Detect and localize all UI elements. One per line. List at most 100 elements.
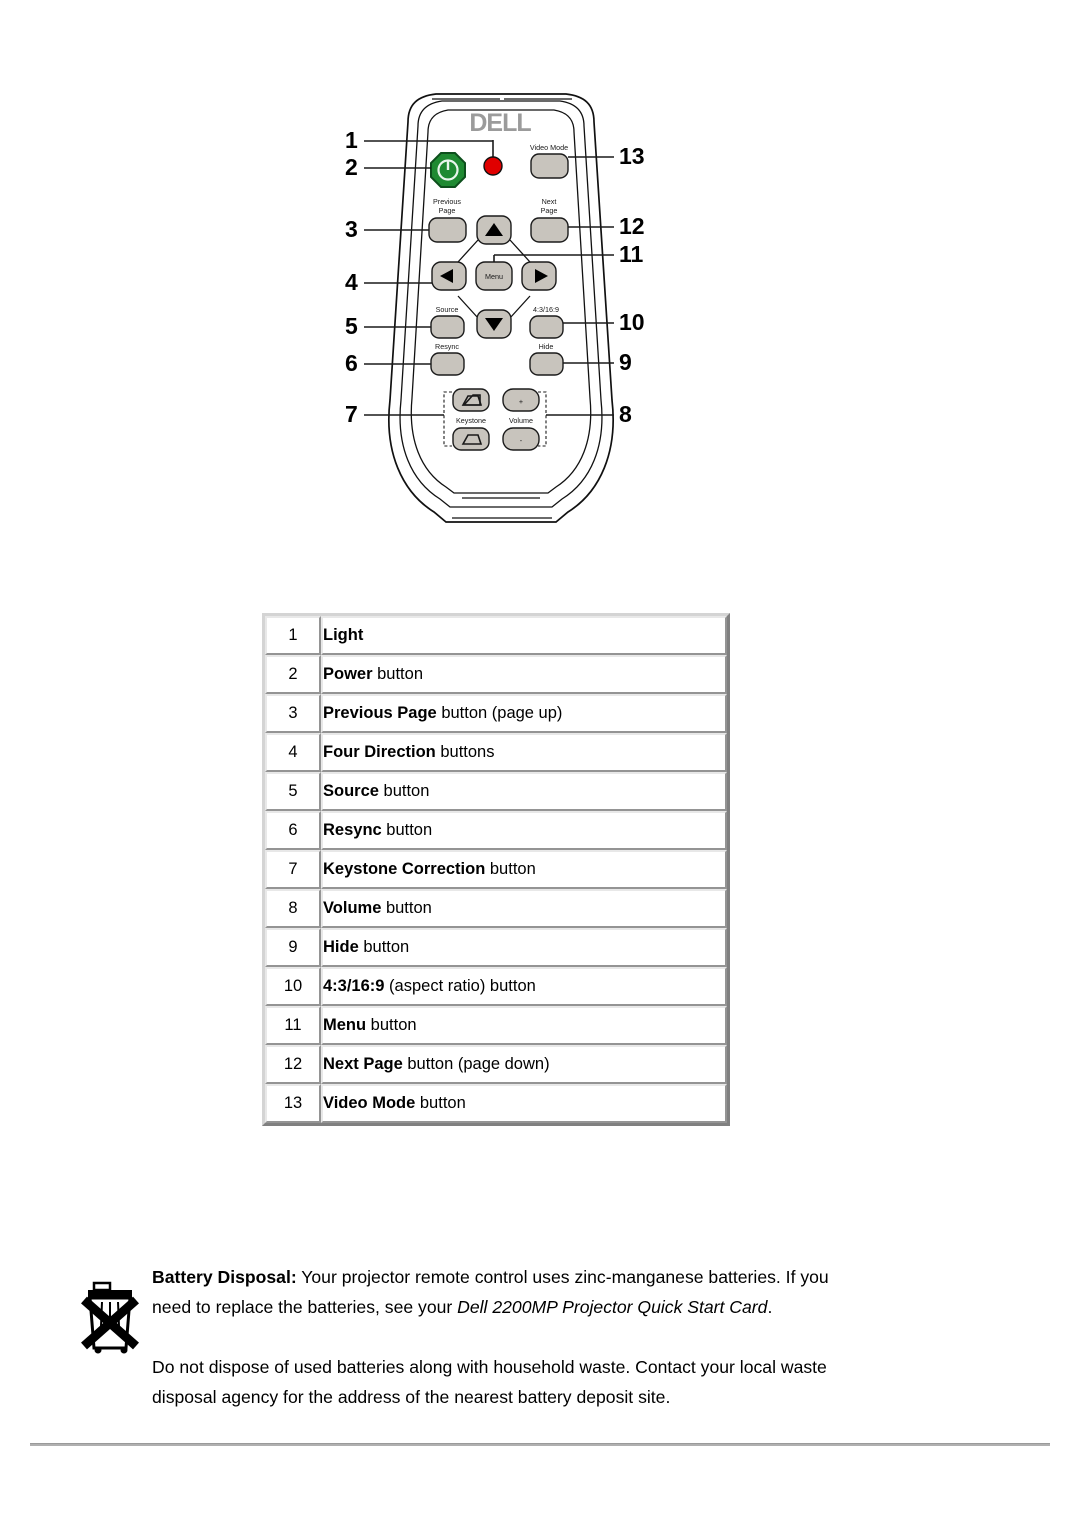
legend-row-description: Light xyxy=(321,616,727,655)
table-row: 13 Video Mode button xyxy=(265,1084,727,1123)
table-row: 5 Source button xyxy=(265,772,727,811)
legend-row-number: 3 xyxy=(265,694,321,733)
legend-row-number: 8 xyxy=(265,889,321,928)
battery-heading: Battery Disposal: xyxy=(152,1267,297,1287)
callout-13: 13 xyxy=(619,143,645,169)
menu-label: Menu xyxy=(485,272,503,281)
callout-3: 3 xyxy=(345,216,358,242)
legend-description-rest: button (page up) xyxy=(436,704,563,722)
remote-legend-table: 1 Light 2 Power button 3 Previous Page button… xyxy=(262,613,730,1126)
battery-paragraph-2: Do not dispose of used batteries along w… xyxy=(152,1357,827,1407)
legend-description-bold: Four Direction xyxy=(323,743,436,761)
legend-description-rest: buttons xyxy=(435,743,495,761)
legend-description-rest: button xyxy=(372,665,423,683)
direction-down-button[interactable] xyxy=(476,309,512,339)
legend-row-description: Hide button xyxy=(321,928,727,967)
table-row: 8 Volume button xyxy=(265,889,727,928)
legend-description-bold: Source xyxy=(323,782,379,800)
legend-row-number: 2 xyxy=(265,655,321,694)
legend-row-description: Volume button xyxy=(321,889,727,928)
video-mode-button[interactable]: Video Mode xyxy=(530,143,569,179)
table-row: 6 Resync button xyxy=(265,811,727,850)
table-row: 2 Power button xyxy=(265,655,727,694)
legend-description-rest: button (page down) xyxy=(402,1055,550,1073)
legend-description-bold: Power xyxy=(323,665,373,683)
legend-row-description: Video Mode button xyxy=(321,1084,727,1123)
callout-8: 8 xyxy=(619,401,632,427)
remote-body-outline xyxy=(388,93,614,523)
legend-description-bold: 4:3/16:9 xyxy=(323,977,385,995)
legend-description-rest: button xyxy=(485,860,536,878)
callout-9: 9 xyxy=(619,349,632,375)
legend-row-description: Next Page button (page down) xyxy=(321,1045,727,1084)
legend-description-bold: Previous Page xyxy=(323,704,437,722)
remote-control-figure: DELL Video Mode Previous Page Next Page xyxy=(0,0,1080,570)
aspect-ratio-label: 4:3/16:9 xyxy=(533,305,559,314)
keystone-down-button[interactable] xyxy=(452,427,490,451)
legend-row-number: 1 xyxy=(265,616,321,655)
legend-row-description: Previous Page button (page up) xyxy=(321,694,727,733)
previous-page-button[interactable]: Previous Page xyxy=(428,197,467,243)
next-page-label-line2: Page xyxy=(541,206,558,215)
legend-description-bold: Light xyxy=(323,626,364,644)
table-row: 7 Keystone Correction button xyxy=(265,850,727,889)
callout-5: 5 xyxy=(345,313,358,339)
table-row: 3 Previous Page button (page up) xyxy=(265,694,727,733)
legend-row-description: Keystone Correction button xyxy=(321,850,727,889)
aspect-ratio-button[interactable]: 4:3/16:9 xyxy=(529,305,564,339)
direction-up-button[interactable] xyxy=(476,215,512,245)
legend-row-number: 10 xyxy=(265,967,321,1006)
resync-label: Resync xyxy=(435,342,459,351)
svg-text:DELL: DELL xyxy=(469,109,531,137)
crossed-out-wheelie-bin-icon xyxy=(78,1276,142,1354)
source-label: Source xyxy=(436,305,459,314)
battery-paragraph-1: Battery Disposal: Your projector remote … xyxy=(152,1262,870,1322)
battery-para1-italic: Dell 2200MP Projector Quick Start Card xyxy=(457,1297,768,1317)
legend-description-rest: button xyxy=(358,938,410,956)
legend-description-rest: (aspect ratio) button xyxy=(384,977,536,995)
menu-button[interactable]: Menu xyxy=(475,261,513,291)
legend-row-description: Source button xyxy=(321,772,727,811)
table-row: 1 Light xyxy=(265,616,727,655)
callout-6: 6 xyxy=(345,350,358,376)
volume-up-button[interactable]: + xyxy=(502,388,540,412)
previous-page-label-line1: Previous xyxy=(433,197,461,206)
legend-row-number: 11 xyxy=(265,1006,321,1045)
table-row: 4 Four Direction buttons xyxy=(265,733,727,772)
legend-row-description: 4:3/16:9 (aspect ratio) button xyxy=(321,967,727,1006)
volume-label: Volume xyxy=(509,416,533,425)
table-row: 11 Menu button xyxy=(265,1006,727,1045)
callout-4: 4 xyxy=(345,269,358,295)
direction-right-button[interactable] xyxy=(521,261,557,291)
legend-row-description: Four Direction buttons xyxy=(321,733,727,772)
callout-10: 10 xyxy=(619,309,645,335)
callout-7: 7 xyxy=(345,401,358,427)
table-row: 12 Next Page button (page down) xyxy=(265,1045,727,1084)
legend-description-bold: Next Page xyxy=(323,1055,403,1073)
table-row: 9 Hide button xyxy=(265,928,727,967)
keystone-up-button[interactable] xyxy=(452,388,490,412)
legend-row-number: 9 xyxy=(265,928,321,967)
volume-down-button[interactable]: - xyxy=(502,427,540,451)
callout-11: 11 xyxy=(619,241,644,267)
legend-description-bold: Volume xyxy=(323,899,382,917)
legend-description-bold: Resync xyxy=(323,821,382,839)
volume-plus-label: + xyxy=(519,397,523,406)
legend-description-bold: Video Mode xyxy=(323,1094,416,1112)
next-page-label-line1: Next xyxy=(542,197,557,206)
direction-left-button[interactable] xyxy=(431,261,467,291)
callout-12: 12 xyxy=(619,213,645,239)
legend-row-number: 13 xyxy=(265,1084,321,1123)
legend-row-number: 12 xyxy=(265,1045,321,1084)
legend-description-rest: button xyxy=(415,1094,466,1112)
footer-divider xyxy=(30,1443,1050,1446)
legend-description-rest: button xyxy=(366,1016,417,1034)
power-button[interactable] xyxy=(430,152,466,188)
legend-row-description: Power button xyxy=(321,655,727,694)
legend-description-bold: Menu xyxy=(323,1016,367,1034)
dell-logo: DELL xyxy=(469,109,532,137)
hide-label: Hide xyxy=(539,342,554,351)
callout-2: 2 xyxy=(345,154,358,180)
battery-para1-b: . xyxy=(767,1297,773,1317)
legend-description-rest: button xyxy=(378,782,430,800)
